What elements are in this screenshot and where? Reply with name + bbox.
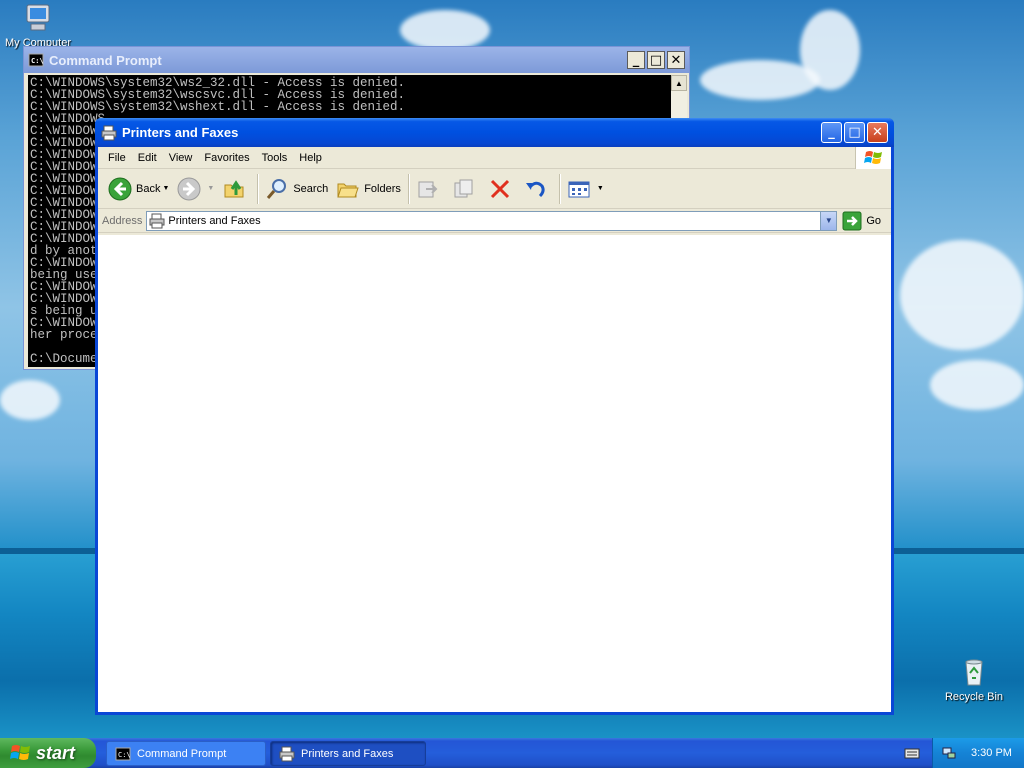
- move-to-icon: [418, 181, 438, 197]
- menu-view[interactable]: View: [163, 150, 199, 166]
- standard-toolbar: Back ▼ ▼ Search Folders ▼: [98, 169, 891, 209]
- menu-favorites[interactable]: Favorites: [198, 150, 255, 166]
- printer-icon: [149, 213, 165, 228]
- back-button[interactable]: Back ▼: [104, 173, 173, 205]
- delete-x-icon: [490, 179, 509, 198]
- chevron-down-icon[interactable]: ▼: [597, 185, 604, 192]
- menu-bar: File Edit View Favorites Tools Help: [98, 147, 891, 169]
- minimize-button[interactable]: _: [821, 122, 842, 143]
- menu-edit[interactable]: Edit: [132, 150, 163, 166]
- explorer-window[interactable]: Printers and Faxes _ □ ✕ File Edit View …: [95, 118, 894, 715]
- cloud: [700, 60, 820, 100]
- back-arrow-icon: [108, 177, 132, 200]
- svg-text:C:\: C:\: [31, 57, 44, 65]
- menu-tools[interactable]: Tools: [256, 150, 294, 166]
- taskbar-item-command-prompt[interactable]: C:\ Command Prompt: [106, 741, 266, 766]
- window-title: Command Prompt: [49, 52, 162, 68]
- chevron-down-icon[interactable]: ▼: [207, 185, 214, 192]
- close-button[interactable]: ✕: [667, 51, 685, 69]
- go-arrow-icon: [842, 211, 862, 230]
- taskbar: start C:\ Command Prompt Printers and Fa…: [0, 738, 1024, 768]
- recycle-bin-icon: [965, 659, 983, 686]
- clock[interactable]: 3:30 PM: [971, 747, 1012, 759]
- keyboard-icon[interactable]: [904, 745, 920, 761]
- chevron-down-icon[interactable]: ▼: [162, 185, 169, 192]
- views-grid-icon: [568, 181, 590, 197]
- toolbar-separator: [558, 173, 560, 204]
- start-button[interactable]: start: [0, 738, 96, 768]
- start-label: start: [36, 742, 76, 763]
- desktop-icon-my-computer[interactable]: My Computer: [0, 2, 76, 49]
- taskbar-item-label: Printers and Faxes: [301, 747, 394, 760]
- svg-text:C:\: C:\: [118, 751, 131, 759]
- up-folder-button[interactable]: [218, 173, 254, 205]
- close-icon: ✕: [670, 52, 682, 68]
- address-label: Address: [102, 214, 143, 227]
- forward-arrow-icon: [177, 177, 201, 200]
- system-tray: 3:30 PM: [932, 738, 1024, 768]
- go-label: Go: [866, 214, 881, 227]
- search-button[interactable]: Search: [261, 173, 332, 205]
- minimize-button[interactable]: _: [627, 51, 645, 69]
- printer-icon: [101, 125, 117, 140]
- forward-button[interactable]: ▼: [173, 173, 218, 205]
- maximize-icon: □: [848, 125, 861, 140]
- folders-icon: [337, 183, 359, 197]
- back-label: Back: [136, 182, 161, 195]
- folders-button[interactable]: Folders: [332, 173, 405, 205]
- delete-button[interactable]: [484, 173, 520, 205]
- desktop-icon-label: Recycle Bin: [944, 691, 1004, 703]
- address-dropdown-button[interactable]: ▼: [820, 211, 837, 230]
- undo-icon: [525, 181, 545, 197]
- maximize-icon: □: [649, 52, 663, 68]
- my-computer-icon: [26, 4, 50, 31]
- folders-label: Folders: [364, 182, 401, 195]
- close-icon: ✕: [872, 125, 883, 140]
- maximize-button[interactable]: □: [647, 51, 665, 69]
- up-folder-icon: [224, 179, 244, 197]
- network-icon[interactable]: [941, 745, 957, 761]
- address-value: Printers and Faxes: [168, 214, 261, 227]
- menu-file[interactable]: File: [102, 150, 132, 166]
- windows-flag-icon: [863, 151, 882, 164]
- windows-logo: [855, 147, 891, 169]
- console-line: C:\WINDOWS\system32\wshext.dll - Access …: [30, 100, 406, 114]
- chevron-down-icon: ▼: [824, 216, 833, 225]
- close-button[interactable]: ✕: [867, 122, 888, 143]
- window-title: Printers and Faxes: [122, 125, 239, 140]
- console-icon: C:\: [115, 747, 131, 760]
- minimize-icon: _: [828, 125, 835, 140]
- title-bar[interactable]: Printers and Faxes _ □ ✕: [95, 118, 894, 147]
- windows-flag-icon: [10, 745, 30, 760]
- search-label: Search: [293, 182, 329, 195]
- views-button[interactable]: ▼: [563, 173, 608, 205]
- desktop-icon-recycle-bin[interactable]: Recycle Bin: [936, 656, 1012, 703]
- folder-content-area[interactable]: [98, 235, 891, 712]
- scroll-up-arrow-icon[interactable]: ▲: [671, 75, 687, 91]
- toolbar-separator: [257, 173, 259, 204]
- cloud: [0, 380, 60, 420]
- maximize-button[interactable]: □: [844, 122, 865, 143]
- copy-to-icon: [454, 179, 473, 197]
- cloud: [930, 360, 1024, 410]
- cloud: [900, 240, 1024, 350]
- search-icon: [267, 178, 287, 199]
- go-button[interactable]: Go: [842, 211, 887, 231]
- console-icon: C:\: [28, 53, 44, 67]
- minimize-icon: _: [632, 52, 640, 68]
- address-input[interactable]: Printers and Faxes ▼: [146, 210, 838, 231]
- title-bar[interactable]: C:\ Command Prompt _ □ ✕: [24, 47, 689, 73]
- move-to-button[interactable]: [412, 173, 448, 205]
- copy-to-button[interactable]: [448, 173, 484, 205]
- undo-button[interactable]: [520, 173, 556, 205]
- menu-help[interactable]: Help: [293, 150, 328, 166]
- address-bar: Address Printers and Faxes ▼ Go: [98, 209, 891, 233]
- taskbar-item-label: Command Prompt: [137, 747, 227, 760]
- cloud: [400, 10, 490, 50]
- taskbar-item-printers-and-faxes[interactable]: Printers and Faxes: [270, 741, 426, 766]
- toolbar-separator: [407, 173, 409, 204]
- printer-icon: [279, 746, 295, 761]
